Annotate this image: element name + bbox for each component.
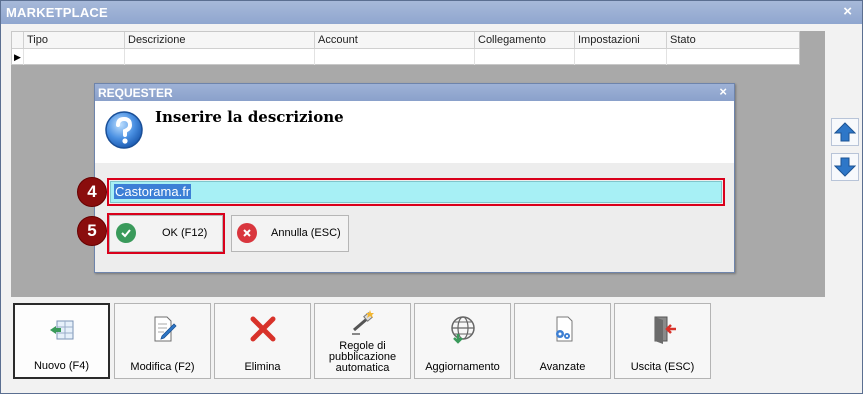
table-row[interactable]: ▶ bbox=[12, 49, 799, 65]
cancel-button-label: Annulla (ESC) bbox=[271, 227, 341, 239]
marketplace-window: MARKETPLACE × Tipo Descrizione Account C… bbox=[0, 0, 863, 394]
update-button-label: Aggiornamento bbox=[425, 361, 500, 373]
edit-button-label: Modifica (F2) bbox=[130, 361, 195, 373]
cancel-button[interactable]: Annulla (ESC) bbox=[231, 215, 349, 252]
window-titlebar: MARKETPLACE × bbox=[1, 1, 862, 24]
dialog-close-icon[interactable]: × bbox=[719, 84, 727, 99]
new-icon bbox=[49, 320, 73, 340]
dialog-prompt: Inserire la descrizione bbox=[155, 108, 344, 126]
grid-corner-cell bbox=[12, 32, 24, 49]
description-input[interactable]: Castorama.fr bbox=[107, 178, 725, 206]
exit-door-icon bbox=[654, 316, 676, 344]
exit-button-label: Uscita (ESC) bbox=[630, 361, 695, 373]
ok-button[interactable]: OK (F12) bbox=[107, 213, 225, 254]
column-header-collegamento[interactable]: Collegamento bbox=[475, 32, 575, 49]
arrow-down-icon bbox=[834, 157, 856, 177]
table-cell[interactable] bbox=[125, 49, 315, 65]
delete-button-label: Elimina bbox=[244, 361, 281, 373]
dialog-header: Inserire la descrizione bbox=[95, 101, 734, 163]
ok-button-label: OK (F12) bbox=[162, 227, 208, 239]
check-icon bbox=[116, 223, 136, 243]
column-header-impostazioni[interactable]: Impostazioni bbox=[575, 32, 667, 49]
magic-wand-icon bbox=[351, 310, 374, 335]
step-badge-5: 5 bbox=[77, 216, 107, 246]
move-up-button[interactable] bbox=[831, 118, 859, 146]
exit-button[interactable]: Uscita (ESC) bbox=[614, 303, 711, 379]
new-button-label: Nuovo (F4) bbox=[33, 360, 90, 372]
marketplace-grid[interactable]: Tipo Descrizione Account Collegamento Im… bbox=[11, 31, 800, 65]
step-badge-4: 4 bbox=[77, 177, 107, 207]
grid-header: Tipo Descrizione Account Collegamento Im… bbox=[12, 32, 799, 49]
dialog-title: REQUESTER bbox=[98, 86, 173, 100]
table-cell[interactable] bbox=[315, 49, 475, 65]
auto-publish-rules-label: Regole di pubblicazione automatica bbox=[328, 340, 397, 374]
row-indicator-cell bbox=[12, 49, 24, 65]
auto-publish-rules-button[interactable]: Regole di pubblicazione automatica bbox=[314, 303, 411, 379]
advanced-button[interactable]: Avanzate bbox=[514, 303, 611, 379]
settings-document-icon bbox=[555, 316, 572, 342]
description-input-value: Castorama.fr bbox=[114, 184, 192, 199]
column-header-account[interactable]: Account bbox=[315, 32, 475, 49]
window-title: MARKETPLACE bbox=[6, 5, 108, 20]
table-cell[interactable] bbox=[575, 49, 667, 65]
advanced-button-label: Avanzate bbox=[539, 361, 586, 373]
delete-button[interactable]: Elimina bbox=[214, 303, 311, 379]
table-cell[interactable] bbox=[475, 49, 575, 65]
cancel-icon bbox=[237, 223, 257, 243]
update-button[interactable]: Aggiornamento bbox=[414, 303, 511, 379]
column-header-stato[interactable]: Stato bbox=[667, 32, 799, 49]
question-icon bbox=[105, 111, 143, 149]
globe-download-icon bbox=[450, 316, 475, 344]
dialog-titlebar: REQUESTER × bbox=[95, 84, 734, 101]
table-cell[interactable] bbox=[24, 49, 125, 65]
edit-icon bbox=[154, 316, 177, 342]
requester-dialog: REQUESTER × Inserire la descrizione Cast… bbox=[94, 83, 735, 273]
delete-icon bbox=[250, 316, 275, 342]
move-down-button[interactable] bbox=[831, 153, 859, 181]
column-header-descrizione[interactable]: Descrizione bbox=[125, 32, 315, 49]
column-header-tipo[interactable]: Tipo bbox=[24, 32, 125, 49]
new-button[interactable]: Nuovo (F4) bbox=[13, 303, 110, 379]
arrow-up-icon bbox=[834, 122, 856, 142]
window-close-icon[interactable]: × bbox=[843, 3, 852, 20]
edit-button[interactable]: Modifica (F2) bbox=[114, 303, 211, 379]
